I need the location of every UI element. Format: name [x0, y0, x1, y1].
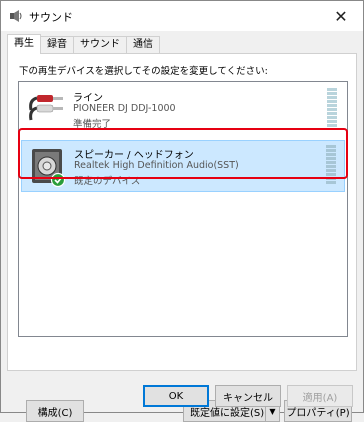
tab-communications[interactable]: 通信 [126, 36, 160, 54]
device-driver: PIONEER DJ DDJ-1000 [73, 103, 176, 114]
apply-button[interactable]: 適用(A) [287, 385, 353, 407]
device-status: 既定のデバイス [74, 176, 141, 187]
speaker-icon [32, 149, 66, 187]
device-list[interactable]: ライン PIONEER DJ DDJ-1000 準備完了 スピーカー / ヘッド… [18, 81, 348, 337]
tab-bar: 再生 録音 サウンド 通信 [7, 34, 160, 54]
window-title: サウンド [29, 11, 73, 24]
speaker-icon [10, 10, 22, 22]
device-driver: Realtek High Definition Audio(SST) [74, 160, 239, 171]
tab-recording[interactable]: 録音 [40, 36, 74, 54]
device-name: ライン [73, 93, 103, 104]
playback-panel: 下の再生デバイスを選択してその設定を変更してください: ライン PIONEER … [7, 53, 357, 422]
ok-button[interactable]: OK [143, 385, 209, 407]
cancel-button[interactable]: キャンセル [215, 385, 281, 407]
configure-button[interactable]: 構成(C) [26, 400, 84, 422]
device-status: 準備完了 [73, 119, 112, 130]
volume-meter [326, 145, 336, 187]
sound-dialog: サウンド ✕ 再生 録音 サウンド 通信 下の再生デバイスを選択してその設定を変… [0, 0, 364, 422]
title-bar: サウンド ✕ [1, 1, 363, 31]
check-badge-icon [50, 172, 66, 187]
volume-meter [327, 88, 337, 130]
rca-cable-icon [29, 95, 63, 121]
close-button[interactable]: ✕ [319, 1, 363, 31]
instruction-text: 下の再生デバイスを選択してその設定を変更してください: [19, 66, 268, 77]
device-item-line[interactable]: ライン PIONEER DJ DDJ-1000 準備完了 [21, 84, 345, 136]
device-name: スピーカー / ヘッドフォン [74, 150, 194, 161]
device-item-speakers[interactable]: スピーカー / ヘッドフォン Realtek High Definition A… [21, 140, 345, 192]
tab-playback[interactable]: 再生 [7, 34, 41, 54]
tab-sounds[interactable]: サウンド [73, 36, 127, 54]
